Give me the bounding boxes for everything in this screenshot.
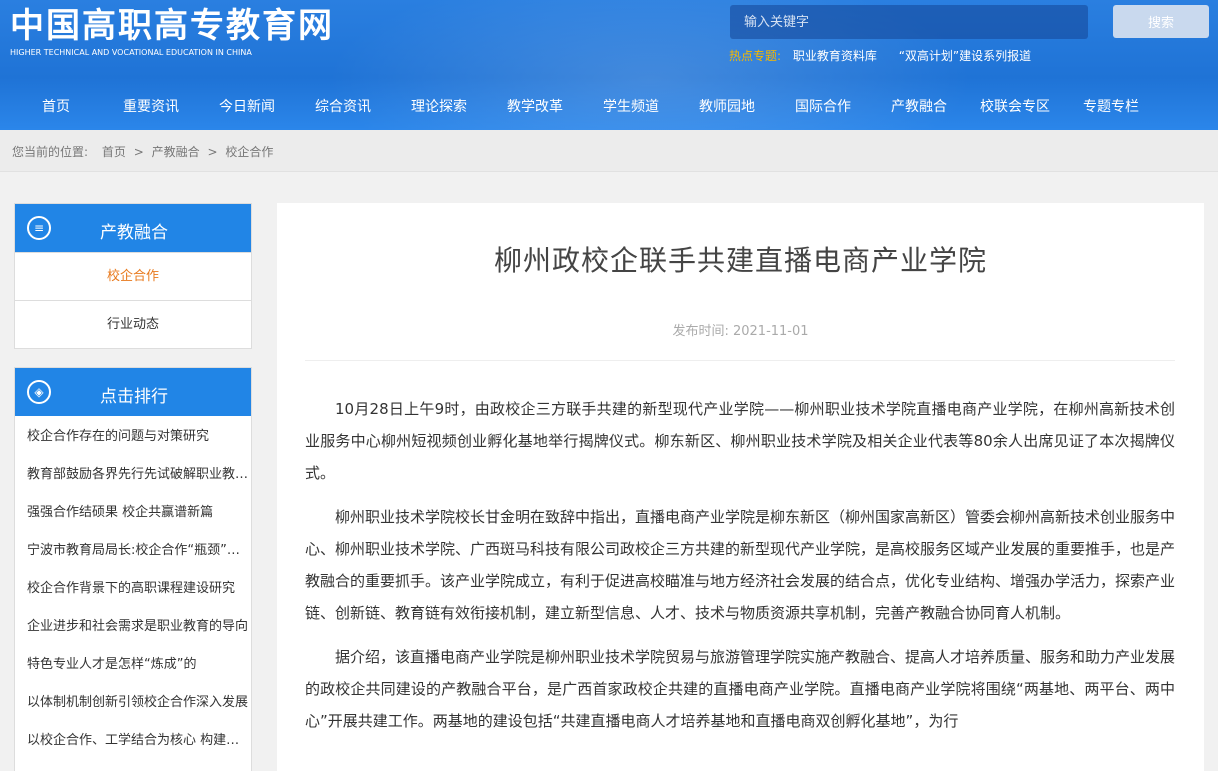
- breadcrumb-home[interactable]: 首页: [102, 145, 126, 159]
- ranking-item[interactable]: 强强合作结硕果 校企共赢谱新篇: [15, 494, 251, 532]
- article-paragraph: 据介绍，该直播电商产业学院是柳州职业技术学院贸易与旅游管理学院实施产教融合、提高…: [305, 648, 1176, 730]
- ranking-header: ◈ 点击排行: [15, 368, 251, 416]
- nav-item-today-news[interactable]: 今日新闻: [219, 96, 275, 116]
- breadcrumb-school-enterprise[interactable]: 校企合作: [225, 145, 273, 159]
- article-divider: [305, 360, 1175, 361]
- search-input[interactable]: [730, 5, 1088, 39]
- logo-chinese-text: 中国高职高专教育网: [10, 6, 334, 46]
- nav-item-important-news[interactable]: 重要资讯: [123, 96, 179, 116]
- nav-item-teaching-reform[interactable]: 教学改革: [507, 96, 563, 116]
- breadcrumb-prefix: 您当前的位置:: [12, 145, 89, 159]
- ranking-item[interactable]: 以体制机制创新引领校企合作深入发展: [15, 684, 251, 722]
- nav-item-theory[interactable]: 理论探索: [411, 96, 467, 116]
- nav-item-home[interactable]: 首页: [42, 96, 70, 116]
- ranking-item[interactable]: 教育部鼓励各界先行先试破解职业教育发展难题: [15, 456, 251, 494]
- breadcrumb-industry-education[interactable]: 产教融合: [152, 145, 200, 159]
- site-logo[interactable]: 中国高职高专教育网 HIGHER TECHNICAL AND VOCATIONA…: [10, 6, 334, 64]
- article-panel: 柳州政校企联手共建直播电商产业学院 发布时间: 2021-11-01 10月28…: [277, 203, 1204, 771]
- article-date: 发布时间: 2021-11-01: [277, 320, 1204, 339]
- hot-topics: 热点专题: 职业教育资料库 “双高计划”建设系列报道: [729, 47, 1049, 64]
- sidebar-section-nav: ≡ 产教融合 校企合作 行业动态: [14, 203, 252, 349]
- hot-topic-link-double-high[interactable]: “双高计划”建设系列报道: [899, 49, 1031, 63]
- nav-item-students[interactable]: 学生频道: [603, 96, 659, 116]
- site-header: 中国高职高专教育网 HIGHER TECHNICAL AND VOCATIONA…: [0, 0, 1218, 130]
- hot-topics-label: 热点专题:: [729, 49, 782, 63]
- ranking-item[interactable]: 宁波市教育局局长:校企合作“瓶颈”亟待破解: [15, 532, 251, 570]
- nav-item-special-topics[interactable]: 专题专栏: [1083, 96, 1139, 116]
- nav-item-industry-education[interactable]: 产教融合: [891, 96, 947, 116]
- breadcrumb-bar: 您当前的位置: 首页 > 产教融合 > 校企合作: [0, 130, 1218, 172]
- ranking-item[interactable]: 企业进步和社会需求是职业教育的导向: [15, 608, 251, 646]
- article-title: 柳州政校企联手共建直播电商产业学院: [493, 244, 987, 277]
- hot-topic-link-database[interactable]: 职业教育资料库: [793, 49, 877, 63]
- sidebar-ranking: ◈ 点击排行 校企合作存在的问题与对策研究 教育部鼓励各界先行先试破解职业教育发…: [14, 367, 252, 771]
- sidebar-item-school-enterprise[interactable]: 校企合作: [15, 252, 251, 300]
- article-date-value: 2021-11-01: [732, 324, 809, 339]
- ranking-item[interactable]: 特色专业人才是怎样“炼成”的: [15, 646, 251, 684]
- nav-item-general-news[interactable]: 综合资讯: [315, 96, 371, 116]
- nav-item-alliance[interactable]: 校联会专区: [980, 96, 1050, 116]
- search-button[interactable]: 搜索: [1113, 5, 1209, 38]
- article-date-label: 发布时间:: [672, 324, 729, 339]
- article-paragraph: 柳州职业技术学院校长甘金明在致辞中指出，直播电商产业学院是柳东新区（柳州国家高新…: [305, 508, 1176, 622]
- breadcrumb: 您当前的位置: 首页 > 产教融合 > 校企合作: [12, 143, 277, 160]
- breadcrumb-separator: >: [207, 145, 218, 159]
- ranking-item[interactable]: 校企合作存在的问题与对策研究: [15, 418, 251, 456]
- article-body: 10月28日上午9时，由政校企三方联手共建的新型现代产业学院——柳州职业技术学院…: [305, 393, 1175, 749]
- ranking-item[interactable]: 校企合作背景下的高职课程建设研究: [15, 570, 251, 608]
- article-paragraph: 10月28日上午9时，由政校企三方联手共建的新型现代产业学院——柳州职业技术学院…: [305, 400, 1175, 482]
- logo-english-text: HIGHER TECHNICAL AND VOCATIONAL EDUCATIO…: [10, 48, 252, 57]
- breadcrumb-separator: >: [133, 145, 144, 159]
- sidebar-section-header: ≡ 产教融合: [15, 204, 251, 252]
- nav-item-international[interactable]: 国际合作: [795, 96, 851, 116]
- sidebar-section-title: 产教融合: [100, 223, 168, 243]
- sidebar-item-industry-news[interactable]: 行业动态: [15, 300, 251, 348]
- nav-item-teachers[interactable]: 教师园地: [699, 96, 755, 116]
- main-nav: 首页 重要资讯 今日新闻 综合资讯 理论探索 教学改革 学生频道 教师园地 国际…: [0, 88, 1218, 126]
- ranking-item[interactable]: 以校企合作、工学结合为核心 构建人才培养模式: [15, 722, 251, 760]
- ranking-title: 点击排行: [100, 387, 168, 407]
